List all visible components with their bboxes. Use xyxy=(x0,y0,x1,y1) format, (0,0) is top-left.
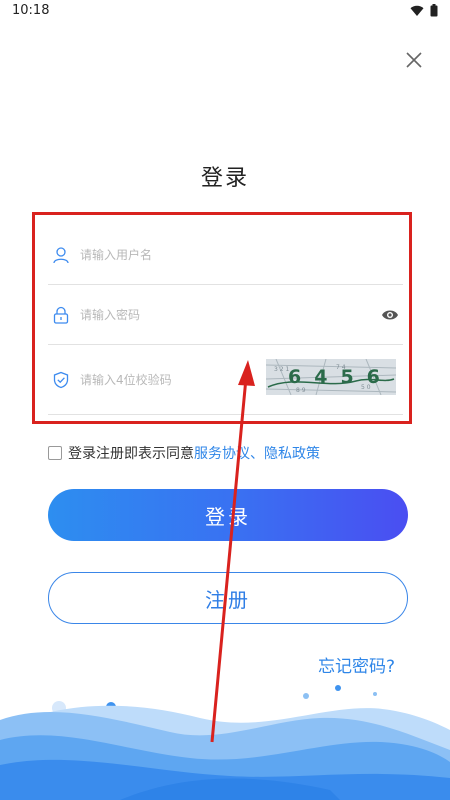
status-bar: 10:18 xyxy=(0,0,450,22)
user-icon xyxy=(53,246,69,263)
close-icon[interactable] xyxy=(400,46,428,74)
forgot-password-link[interactable]: 忘记密码? xyxy=(318,652,395,677)
agreement-checkbox[interactable] xyxy=(48,446,62,460)
service-agreement-link[interactable]: 服务协议 xyxy=(194,443,250,463)
lock-icon xyxy=(53,306,69,324)
battery-icon xyxy=(430,4,438,17)
password-field-row xyxy=(48,285,403,345)
username-input[interactable] xyxy=(80,247,280,262)
wifi-icon xyxy=(410,5,424,16)
eye-icon[interactable] xyxy=(381,308,399,322)
privacy-policy-link[interactable]: 隐私政策 xyxy=(264,443,320,463)
username-field-row xyxy=(48,225,403,285)
wave-decoration xyxy=(0,685,450,800)
captcha-text: 6456 xyxy=(288,366,393,388)
page-title: 登录 xyxy=(200,166,249,191)
login-form: 3 2 17 45 08 9 6456 xyxy=(48,225,403,415)
shield-check-icon xyxy=(53,371,69,388)
login-button[interactable]: 登录 xyxy=(48,489,408,541)
password-input[interactable] xyxy=(80,307,280,322)
captcha-image[interactable]: 3 2 17 45 08 9 6456 xyxy=(266,359,396,395)
agreement-row: 登录注册即表示同意 服务协议 、 隐私政策 xyxy=(48,443,320,463)
captcha-field-row: 3 2 17 45 08 9 6456 xyxy=(48,345,403,415)
register-button[interactable]: 注册 xyxy=(48,572,408,624)
svg-text:8 9: 8 9 xyxy=(296,387,306,394)
agreement-text: 登录注册即表示同意 xyxy=(68,446,194,462)
status-time: 10:18 xyxy=(12,3,50,18)
agreement-separator: 、 xyxy=(250,446,264,462)
captcha-input[interactable] xyxy=(80,372,280,387)
